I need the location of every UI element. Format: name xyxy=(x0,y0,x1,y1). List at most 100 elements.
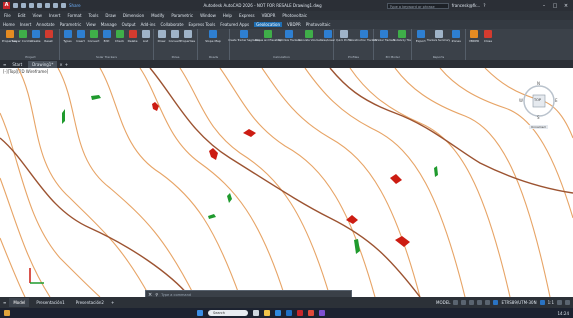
tool-delete[interactable]: Delete xyxy=(127,30,138,43)
chrome-icon[interactable] xyxy=(308,310,314,316)
taskbar-search[interactable]: Search xyxy=(208,310,248,316)
tool-list[interactable]: List xyxy=(140,30,151,43)
tool-models-by-tile[interactable]: Models by Tile xyxy=(393,30,411,42)
tool-3d-solar-trackers[interactable]: 3D Solar Trackers xyxy=(373,30,395,42)
layout-menu-icon[interactable]: ≡ xyxy=(3,300,6,305)
tool-reset[interactable]: Reset xyxy=(43,30,54,43)
menu-help[interactable]: Help xyxy=(223,13,232,18)
menu-modify[interactable]: Modify xyxy=(151,13,164,18)
ribbon-tab-photovoltaic[interactable]: Photovoltaic xyxy=(306,22,331,27)
undo-icon[interactable] xyxy=(53,3,58,8)
tool-types[interactable]: Types xyxy=(62,30,73,43)
task-view-icon[interactable] xyxy=(253,310,259,316)
menu-edit[interactable]: Edit xyxy=(18,13,26,18)
coordinate-system-icon[interactable] xyxy=(493,300,499,305)
app-icon[interactable] xyxy=(319,310,325,316)
save-as-icon[interactable] xyxy=(37,3,42,8)
help-button[interactable]: ? xyxy=(483,3,485,8)
open-icon[interactable] xyxy=(21,3,26,8)
tool-create[interactable]: Create xyxy=(30,30,41,43)
tool-slopes-elevation[interactable]: Slopes and Elevation xyxy=(255,30,281,42)
windows-start-icon[interactable] xyxy=(197,310,203,316)
weather-icon[interactable] xyxy=(4,310,10,316)
menu-window[interactable]: Window xyxy=(200,13,216,18)
tracker-marker-green[interactable] xyxy=(208,214,216,219)
model-space-toggle[interactable]: MODEL xyxy=(436,300,450,305)
tool-convert-pole[interactable]: Convert xyxy=(169,30,180,43)
file-explorer-icon[interactable] xyxy=(264,310,270,316)
browser-icon[interactable] xyxy=(275,310,281,316)
workspace-gear-icon[interactable] xyxy=(557,300,562,305)
user-account[interactable]: francesk@fk... xyxy=(452,3,481,8)
coordinate-system-label[interactable]: ETRS89/UTM-30N xyxy=(501,300,536,305)
tracker-marker-green[interactable] xyxy=(434,166,438,177)
minimize-icon[interactable]: – xyxy=(540,3,548,9)
save-icon[interactable] xyxy=(29,3,34,8)
tool-vbdpr[interactable]: VBDPR xyxy=(468,30,480,43)
viewcube-south[interactable]: S xyxy=(537,115,540,120)
menu-file[interactable]: File xyxy=(4,13,11,18)
tool-raise-lower[interactable]: Raise/Lower xyxy=(320,30,335,42)
tool-calculate-volume[interactable]: Calculate Volume xyxy=(298,30,320,42)
tracker-marker-green[interactable] xyxy=(62,109,65,124)
viewcube[interactable]: TOP N S W E Unnamed xyxy=(519,81,559,129)
app-menu-button[interactable]: A xyxy=(3,2,10,9)
menu-view[interactable]: View xyxy=(32,13,42,18)
snap-icon[interactable] xyxy=(461,300,467,305)
new-tab-button[interactable]: + xyxy=(65,62,68,67)
layout-tab-presentacion2[interactable]: Presentación2 xyxy=(72,298,108,307)
ribbon-tab-featured-apps[interactable]: Featured Apps xyxy=(220,22,249,27)
add-layout-button[interactable]: + xyxy=(111,300,114,305)
tool-draw-pole[interactable]: Draw xyxy=(156,30,167,43)
tool-zones[interactable]: Zones xyxy=(450,30,464,43)
close-icon[interactable]: × xyxy=(562,3,570,9)
menu-photovoltaic[interactable]: Photovoltaic xyxy=(282,13,307,18)
doc-tab-close-icon[interactable]: × xyxy=(59,62,62,67)
layout-tab-model[interactable]: Model xyxy=(9,298,30,307)
tracker-marker-red[interactable] xyxy=(209,148,218,160)
tracker-marker-red[interactable] xyxy=(243,129,256,137)
menu-parametric[interactable]: Parametric xyxy=(171,13,193,18)
ribbon-tab-manage[interactable]: Manage xyxy=(101,22,117,27)
ribbon-tab-collaborate[interactable]: Collaborate xyxy=(161,22,184,27)
drawing-canvas[interactable]: [-][Top][2D Wireframe] TOP N S W E Unnam… xyxy=(0,68,573,297)
viewcube-north[interactable]: N xyxy=(537,81,540,86)
mail-icon[interactable] xyxy=(286,310,292,316)
menu-express[interactable]: Express xyxy=(239,13,255,18)
ortho-icon[interactable] xyxy=(469,300,475,305)
system-clock[interactable]: 14:24 xyxy=(557,311,569,316)
ribbon-tab-home[interactable]: Home xyxy=(3,22,15,27)
tool-layer-control[interactable]: Layer Control xyxy=(12,30,33,43)
tool-construction-trackers[interactable]: Construction Trackers xyxy=(350,30,377,42)
viewcube-east[interactable]: E xyxy=(555,98,558,103)
tool-close[interactable]: Close xyxy=(482,30,494,43)
menu-insert[interactable]: Insert xyxy=(49,13,60,18)
help-search-input[interactable]: Type a keyword or phrase xyxy=(386,2,449,9)
ribbon-tab-parametric[interactable]: Parametric xyxy=(60,22,82,27)
tool-check[interactable]: Check xyxy=(114,30,125,43)
menu-draw[interactable]: Draw xyxy=(105,13,115,18)
tracker-marker-red[interactable] xyxy=(390,174,402,184)
menu-dimension[interactable]: Dimension xyxy=(123,13,144,18)
osnap-icon[interactable] xyxy=(485,300,491,305)
viewcube-west[interactable]: W xyxy=(519,98,523,103)
tracker-marker-green[interactable] xyxy=(354,239,360,254)
maximize-icon[interactable]: □ xyxy=(551,3,559,9)
share-button[interactable]: Share xyxy=(69,3,81,8)
ribbon-tab-insert[interactable]: Insert xyxy=(20,22,31,27)
tracker-marker-red[interactable] xyxy=(395,236,410,247)
tool-edit[interactable]: Edit xyxy=(101,30,112,43)
autocad-taskbar-icon[interactable] xyxy=(297,310,303,316)
redo-icon[interactable] xyxy=(61,3,66,8)
tool-convert[interactable]: Convert xyxy=(88,30,99,43)
ribbon-tab-vbdpr[interactable]: VBDPR xyxy=(287,22,301,27)
ribbon-tab-annotate[interactable]: Annotate xyxy=(36,22,54,27)
doc-tab-drawing1[interactable]: Drawing1* xyxy=(28,60,58,68)
ribbon-tab-view[interactable]: View xyxy=(86,22,96,27)
viewcube-top-face[interactable]: TOP xyxy=(534,98,541,102)
ribbon-tab-express-tools[interactable]: Express Tools xyxy=(189,22,216,27)
menu-format[interactable]: Format xyxy=(67,13,81,18)
menu-tools[interactable]: Tools xyxy=(89,13,99,18)
grid-icon[interactable] xyxy=(453,300,459,305)
command-input[interactable]: Type a command xyxy=(161,293,191,297)
